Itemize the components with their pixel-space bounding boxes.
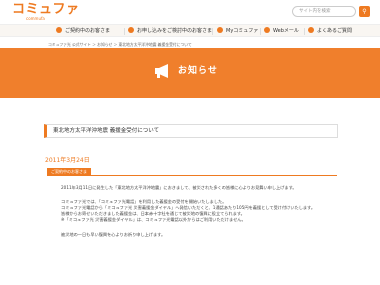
question-icon bbox=[308, 27, 314, 33]
site-header: コミュファ commufa サイト内を検索 ⚲ bbox=[0, 0, 380, 24]
mail-icon bbox=[264, 27, 270, 33]
nav-item-label: Myコミュファ bbox=[226, 28, 259, 34]
megaphone-icon bbox=[155, 64, 168, 78]
nav-item-label: ご契約中のお客さま bbox=[65, 28, 111, 34]
nav-item-prospective-customers[interactable]: お申し込みをご検討中のお客さま bbox=[128, 27, 212, 36]
nav-item-faq[interactable]: よくあるご質問 bbox=[308, 27, 352, 36]
nav-item-label: Webメール bbox=[273, 28, 299, 34]
article-paragraph: 2011年3月11日に発生した「東北地方太平洋沖地震」におきまして、被災された多… bbox=[61, 185, 297, 190]
nav-item-webmail[interactable]: Webメール bbox=[264, 27, 299, 36]
page-title: お知らせ bbox=[178, 66, 218, 76]
search-input[interactable]: サイト内を検索 bbox=[292, 6, 356, 17]
article-date: 2011年3月24日 bbox=[45, 157, 90, 164]
site-logo[interactable]: コミュファ bbox=[12, 3, 80, 16]
article-paragraph: ※「ミコュファ光 災害義援金ダイヤル」は、コミュファ光電話以外からはご利用いただ… bbox=[61, 217, 246, 222]
nav-item-my-commufa[interactable]: Myコミュファ bbox=[217, 27, 258, 36]
page-hero: お知らせ bbox=[0, 48, 380, 98]
home-icon bbox=[128, 27, 134, 33]
search-icon: ⚲ bbox=[362, 8, 367, 15]
site-logo-sub: commufa bbox=[26, 16, 45, 21]
nav-item-label: よくあるご質問 bbox=[317, 28, 353, 34]
global-nav: ご契約中のお客さま お申し込みをご検討中のお客さま Myコミュファ Webメール… bbox=[0, 24, 380, 37]
search-button[interactable]: ⚲ bbox=[359, 6, 370, 17]
article-title: 東北地方太平洋沖地震 義援金受付について bbox=[44, 124, 338, 138]
nav-item-current-customers[interactable]: ご契約中のお客さま bbox=[56, 27, 110, 36]
user-icon bbox=[56, 27, 62, 33]
heart-icon bbox=[217, 27, 223, 33]
divider bbox=[47, 175, 337, 176]
category-tag: ご契約中のお客さま bbox=[47, 168, 91, 175]
article-paragraph: 被災地の一日も早い復興を心よりお祈り申し上げます。 bbox=[61, 232, 166, 237]
nav-item-label: お申し込みをご検討中のお客さま bbox=[137, 28, 213, 34]
